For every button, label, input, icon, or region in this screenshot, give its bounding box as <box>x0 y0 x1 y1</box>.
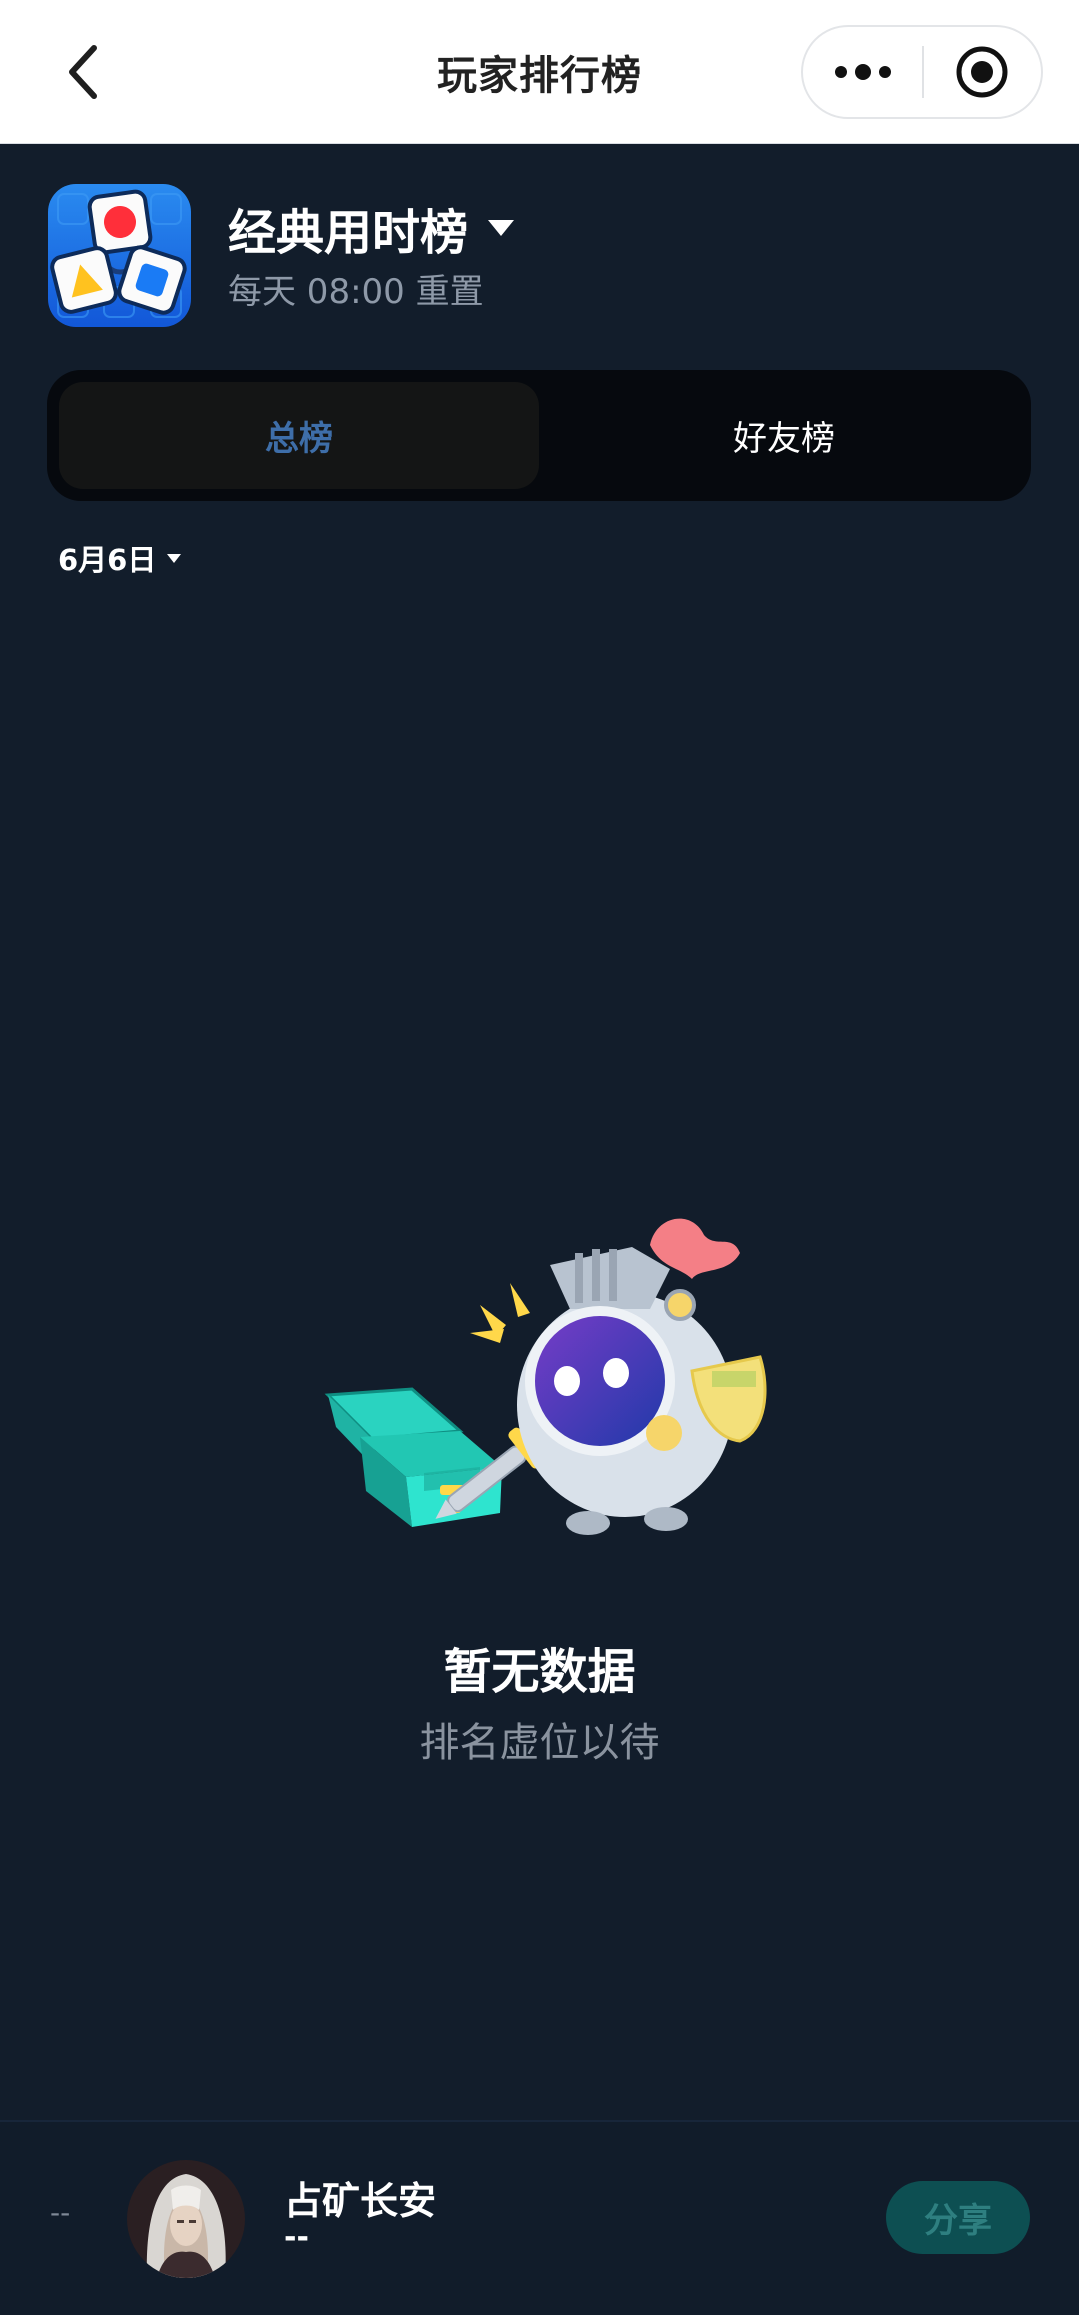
empty-state-title: 暂无数据 <box>443 1644 636 1700</box>
empty-state-subtitle: 排名虚位以待 <box>419 1720 660 1766</box>
more-button[interactable] <box>803 27 922 117</box>
back-button[interactable] <box>48 36 120 108</box>
target-close-icon <box>956 46 1008 98</box>
caret-down-icon <box>167 553 182 563</box>
reset-time-text: 每天 08:00 重置 <box>228 272 484 312</box>
caret-down-icon <box>488 220 515 236</box>
leaderboard-type-selector[interactable]: 经典用时榜 <box>228 196 516 261</box>
my-username: 占矿长安 <box>284 2179 437 2223</box>
empty-state-illustration <box>320 1205 780 1545</box>
date-selector-value: 6月6日 <box>58 543 157 577</box>
my-rank: -- <box>50 2196 71 2229</box>
tab-overall[interactable]: 总榜 <box>59 382 539 489</box>
date-selector[interactable]: 6月6日 <box>58 538 182 578</box>
mini-program-capsule <box>801 25 1043 119</box>
more-dots-icon <box>834 64 891 80</box>
avatar[interactable] <box>127 2160 245 2278</box>
chevron-left-icon <box>69 45 97 99</box>
close-mini-program-button[interactable] <box>924 27 1041 117</box>
leaderboard-title: 经典用时榜 <box>228 205 469 261</box>
tab-friends[interactable]: 好友榜 <box>547 382 1021 489</box>
share-button[interactable]: 分享 <box>886 2181 1030 2254</box>
leaderboard-tabs: 总榜 好友榜 <box>47 370 1031 501</box>
game-icon <box>48 184 191 327</box>
top-nav-bar: 玩家排行榜 <box>0 0 1079 144</box>
my-score: -- <box>284 2220 309 2255</box>
